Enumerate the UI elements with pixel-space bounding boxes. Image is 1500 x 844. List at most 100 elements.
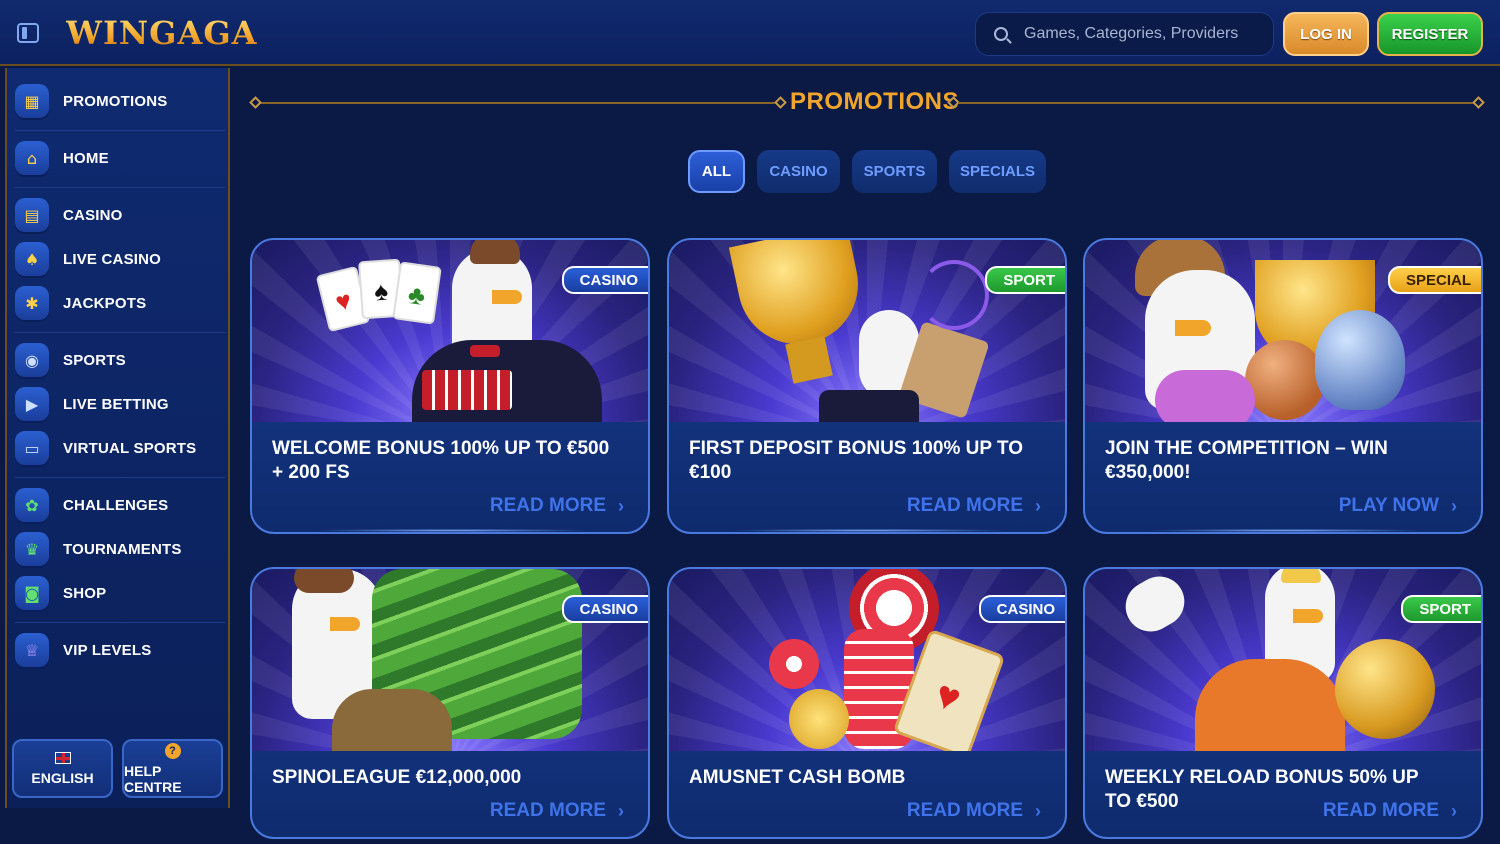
shopping-bag-icon: ◙: [15, 576, 49, 610]
sidebar-item-challenges[interactable]: ✿ CHALLENGES: [15, 485, 227, 525]
category-badge: SPECIAL: [1387, 266, 1481, 294]
sidebar-divider: [15, 477, 225, 478]
sidebar-item-label: CHALLENGES: [63, 496, 169, 514]
chevron-right-icon: ›: [1451, 495, 1457, 516]
category-badge: CASINO: [561, 266, 648, 294]
soccer-ball-icon: ◉: [15, 343, 49, 377]
read-more-link[interactable]: READ MORE ›: [907, 800, 1041, 822]
diamond-ornament-icon: [774, 96, 787, 109]
sidebar-item-label: HOME: [63, 149, 109, 167]
read-more-label: READ MORE: [1322, 800, 1439, 821]
sidebar-item-label: SHOP: [63, 584, 107, 602]
promo-title: AMUSNET CASH BOMB: [689, 767, 906, 788]
sidebar-item-label: VIP LEVELS: [63, 641, 152, 659]
sidebar-item-jackpots[interactable]: ✱ JACKPOTS: [15, 283, 227, 323]
uk-flag-icon: [54, 751, 71, 764]
chevron-right-icon: ›: [1035, 495, 1041, 516]
login-button[interactable]: LOG IN: [1283, 12, 1369, 56]
diamond-ornament-icon: [1472, 96, 1485, 109]
sidebar-item-label: VIRTUAL SPORTS: [63, 439, 197, 457]
diamond-ornament-icon: [249, 96, 262, 109]
home-icon: ⌂: [15, 141, 49, 175]
play-icon: ▶: [15, 387, 49, 421]
chevron-right-icon: ›: [618, 800, 624, 821]
sidebar-item-label: SPORTS: [63, 351, 126, 369]
sidebar-item-label: TOURNAMENTS: [63, 540, 182, 558]
read-more-label: READ MORE: [906, 800, 1023, 821]
help-icon: ?: [164, 742, 181, 759]
read-more-link[interactable]: READ MORE ›: [490, 495, 624, 517]
gamepad-icon: ▭: [15, 431, 49, 465]
trophy-icon: ♛: [15, 532, 49, 566]
category-badge: CASINO: [561, 595, 648, 623]
star-icon: ✱: [15, 286, 49, 320]
tab-casino[interactable]: CASINO: [757, 150, 840, 193]
promo-title: SPINOLEAGUE €12,000,000: [272, 767, 522, 788]
help-centre-label: HELP CENTRE: [124, 762, 182, 795]
sidebar-divider: [15, 130, 225, 131]
category-badge: SPORT: [985, 266, 1065, 294]
read-more-link[interactable]: READ MORE ›: [1323, 800, 1457, 822]
sidebar-item-sports[interactable]: ◉ SPORTS: [15, 340, 227, 380]
sidebar-toggle-icon[interactable]: [17, 23, 39, 43]
sidebar-item-vip-levels[interactable]: ♕ VIP LEVELS: [15, 630, 227, 670]
read-more-label: READ MORE: [489, 800, 606, 821]
sidebar-divider: [15, 332, 225, 333]
category-badge: CASINO: [978, 595, 1065, 623]
sidebar-item-promotions[interactable]: ▦ PROMOTIONS: [15, 81, 227, 121]
crown-icon: ♕: [15, 633, 49, 667]
page-title: PROMOTIONS: [790, 88, 960, 115]
promo-card[interactable]: SPORT FIRST DEPOSIT BONUS 100% UP TO €10…: [667, 238, 1067, 534]
read-more-label: READ MORE: [489, 495, 606, 516]
play-now-link[interactable]: PLAY NOW ›: [1339, 495, 1457, 517]
help-centre-button[interactable]: ? HELP CENTRE: [122, 739, 223, 798]
sidebar-item-live-betting[interactable]: ▶ LIVE BETTING: [15, 384, 227, 424]
language-label: ENGLISH: [31, 769, 94, 786]
title-divider-right: [958, 102, 1478, 104]
tab-specials[interactable]: SPECIALS: [949, 150, 1046, 193]
tab-sports[interactable]: SPORTS: [852, 150, 937, 193]
sidebar-item-home[interactable]: ⌂ HOME: [15, 138, 227, 178]
sidebar-item-label: PROMOTIONS: [63, 92, 168, 110]
promo-card[interactable]: ♥ CASINO AMUSNET CASH BOMB READ MORE ›: [667, 567, 1067, 839]
top-header: WINGAGA LOG IN REGISTER: [0, 0, 1500, 66]
site-logo[interactable]: WINGAGA: [66, 14, 257, 52]
medal-icon: ✿: [15, 488, 49, 522]
promo-title: JOIN THE COMPETITION – WIN €350,000!: [1105, 438, 1388, 483]
sidebar-item-label: JACKPOTS: [63, 294, 147, 312]
category-badge: SPORT: [1401, 595, 1481, 623]
read-more-link[interactable]: READ MORE ›: [490, 800, 624, 822]
search-icon: [994, 27, 1008, 41]
sidebar-item-live-casino[interactable]: ♠ LIVE CASINO: [15, 239, 227, 279]
search-input[interactable]: [1024, 21, 1264, 47]
slot-machine-icon: ▤: [15, 198, 49, 232]
title-divider-left: [255, 102, 775, 104]
promo-card[interactable]: SPECIAL JOIN THE COMPETITION – WIN €350,…: [1083, 238, 1483, 534]
sidebar-item-label: LIVE CASINO: [63, 250, 162, 268]
chevron-right-icon: ›: [618, 495, 624, 516]
promo-title: FIRST DEPOSIT BONUS 100% UP TO €100: [689, 438, 1023, 483]
sidebar-item-shop[interactable]: ◙ SHOP: [15, 573, 227, 613]
sidebar-divider: [15, 622, 225, 623]
promo-title: WELCOME BONUS 100% UP TO €500 + 200 FS: [272, 438, 610, 483]
tab-all[interactable]: ALL: [688, 150, 745, 193]
sidebar-item-label: LIVE BETTING: [63, 395, 169, 413]
sidebar-item-virtual-sports[interactable]: ▭ VIRTUAL SPORTS: [15, 428, 227, 468]
read-more-link[interactable]: READ MORE ›: [907, 495, 1041, 517]
promo-card[interactable]: ♥ ♠ ♣ CASINO WELCOME BONUS 100% UP TO €5…: [250, 238, 650, 534]
chevron-right-icon: ›: [1035, 800, 1041, 821]
sidebar-item-tournaments[interactable]: ♛ TOURNAMENTS: [15, 529, 227, 569]
play-now-label: PLAY NOW: [1338, 495, 1439, 516]
read-more-label: READ MORE: [906, 495, 1023, 516]
sidebar-item-casino[interactable]: ▤ CASINO: [15, 195, 227, 235]
chevron-right-icon: ›: [1451, 800, 1457, 821]
gift-icon: ▦: [15, 84, 49, 118]
language-button[interactable]: ENGLISH: [12, 739, 113, 798]
register-button[interactable]: REGISTER: [1377, 12, 1483, 56]
promo-card[interactable]: SPORT WEEKLY RELOAD BONUS 50% UP TO €500…: [1083, 567, 1483, 839]
sidebar-item-label: CASINO: [63, 206, 123, 224]
sidebar: ▦ PROMOTIONS ⌂ HOME ▤ CASINO ♠ LIVE CASI…: [5, 68, 230, 808]
search-box[interactable]: [975, 12, 1274, 56]
cards-icon: ♠: [15, 242, 49, 276]
promo-card[interactable]: CASINO SPINOLEAGUE €12,000,000 READ MORE…: [250, 567, 650, 839]
